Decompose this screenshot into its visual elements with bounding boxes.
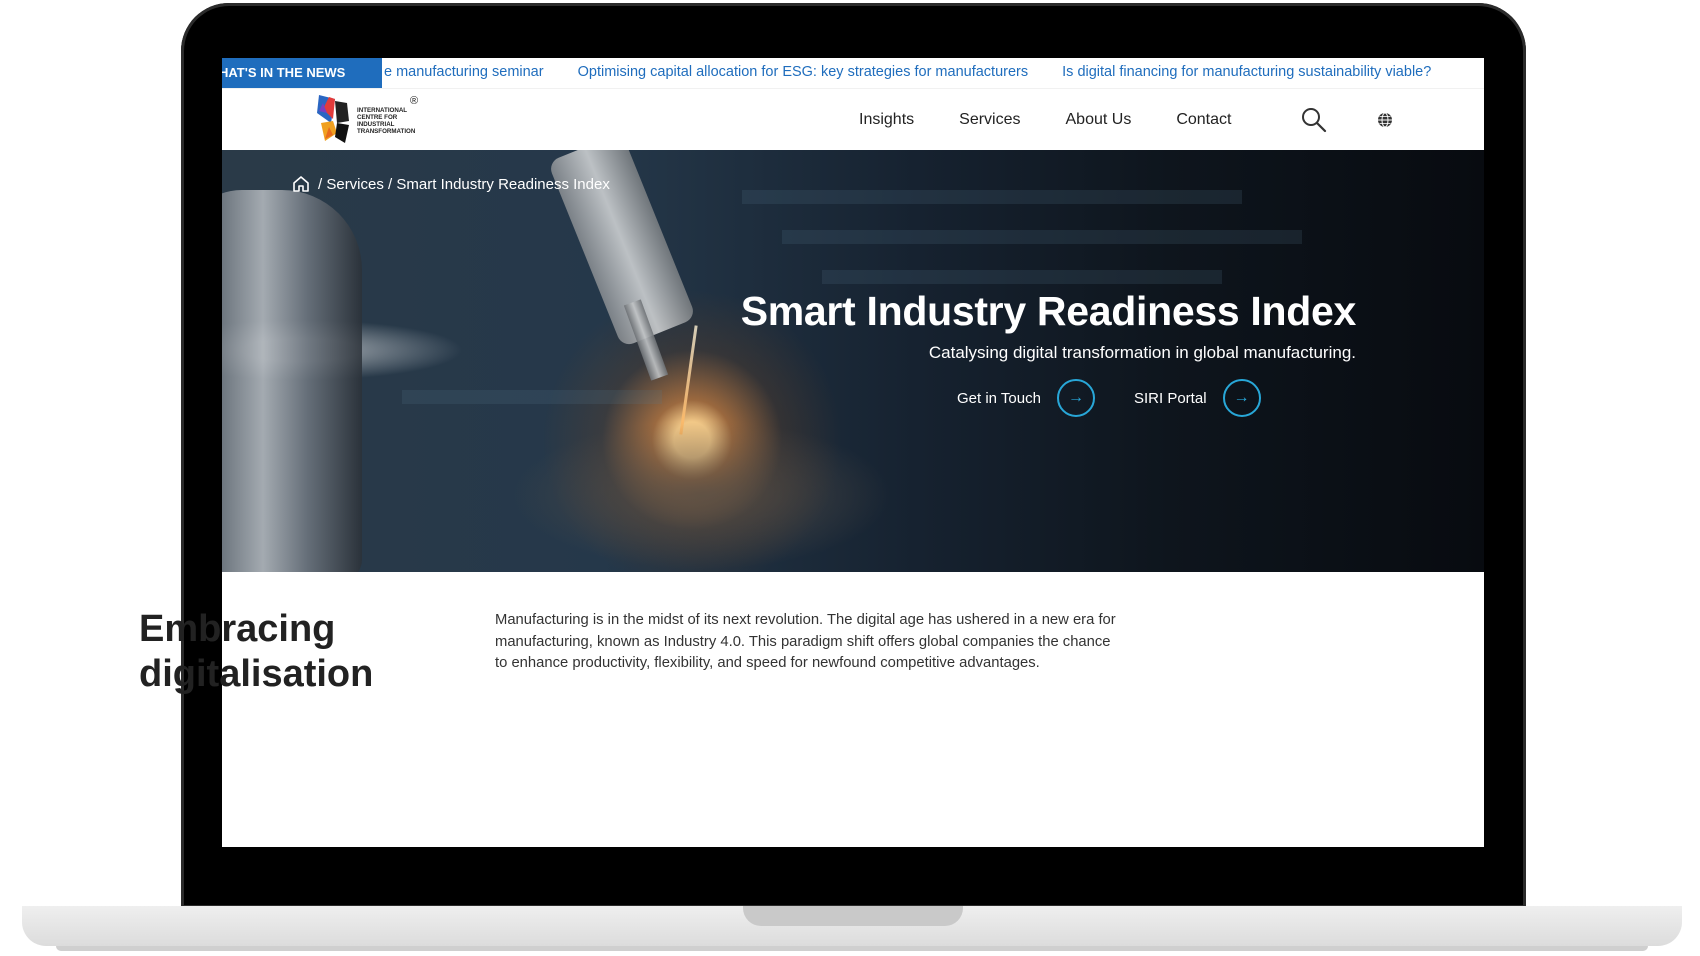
- hero-background-stripe: [402, 390, 662, 404]
- ticker-items: e manufacturing seminar Optimising capit…: [382, 58, 1461, 88]
- hero-background-stripe: [822, 270, 1222, 284]
- breadcrumb-separator: /: [318, 175, 323, 193]
- nav-contact[interactable]: Contact: [1176, 111, 1231, 129]
- get-in-touch-label: Get in Touch: [957, 389, 1041, 407]
- butterfly-logo-icon: [317, 95, 349, 143]
- hero-banner: / Services / Smart Industry Readiness In…: [222, 150, 1484, 572]
- hero-background-stripe: [742, 190, 1242, 204]
- machine-image: [512, 420, 892, 570]
- ticker-item[interactable]: Optimising capital allocation for ESG: k…: [578, 64, 1029, 80]
- breadcrumb-services[interactable]: Services: [326, 176, 384, 193]
- home-icon[interactable]: [292, 175, 310, 193]
- breadcrumb-current: Smart Industry Readiness Index: [396, 175, 610, 193]
- arrow-right-icon: →: [1056, 379, 1095, 417]
- main-nav: Insights Services About Us Contact: [859, 89, 1276, 151]
- nav-about-us[interactable]: About Us: [1066, 111, 1132, 129]
- siri-portal-label: SIRI Portal: [1134, 389, 1207, 407]
- ticker-label: HAT'S IN THE NEWS: [222, 58, 382, 88]
- screen: HAT'S IN THE NEWS e manufacturing semina…: [222, 58, 1484, 847]
- siri-portal-button[interactable]: SIRI Portal →: [1134, 377, 1261, 419]
- registered-mark: ®: [410, 95, 419, 107]
- laptop-notch: [743, 906, 963, 926]
- logo[interactable]: INTERNATIONAL CENTRE FOR INDUSTRIAL TRAN…: [315, 93, 435, 149]
- laptop-base-edge: [56, 946, 1648, 951]
- nav-insights[interactable]: Insights: [859, 111, 914, 129]
- globe-icon[interactable]: [1377, 112, 1393, 128]
- ticker-item[interactable]: e manufacturing seminar: [384, 64, 544, 80]
- section-title: Embracing digitalisation: [139, 608, 374, 695]
- breadcrumb-separator: /: [388, 175, 393, 193]
- spark-image: [679, 325, 698, 435]
- search-icon[interactable]: [1301, 107, 1327, 133]
- robot-arm-image: [222, 190, 362, 572]
- logo-text: INTERNATIONAL CENTRE FOR INDUSTRIAL TRAN…: [357, 107, 416, 135]
- hero-background-stripe: [782, 230, 1302, 244]
- get-in-touch-button[interactable]: Get in Touch →: [957, 377, 1095, 419]
- ticker-item[interactable]: Is digital financing for manufacturing s…: [1062, 64, 1431, 80]
- news-ticker: HAT'S IN THE NEWS e manufacturing semina…: [222, 58, 1484, 88]
- arrow-right-icon: →: [1222, 379, 1261, 417]
- nav-services[interactable]: Services: [959, 111, 1020, 129]
- section-body: Manufacturing is in the midst of its nex…: [495, 612, 1116, 671]
- breadcrumb: / Services / Smart Industry Readiness In…: [292, 175, 610, 193]
- page-title: Smart Industry Readiness Index: [740, 288, 1357, 334]
- site-header: INTERNATIONAL CENTRE FOR INDUSTRIAL TRAN…: [222, 88, 1484, 151]
- page-subtitle: Catalysing digital transformation in glo…: [928, 343, 1356, 362]
